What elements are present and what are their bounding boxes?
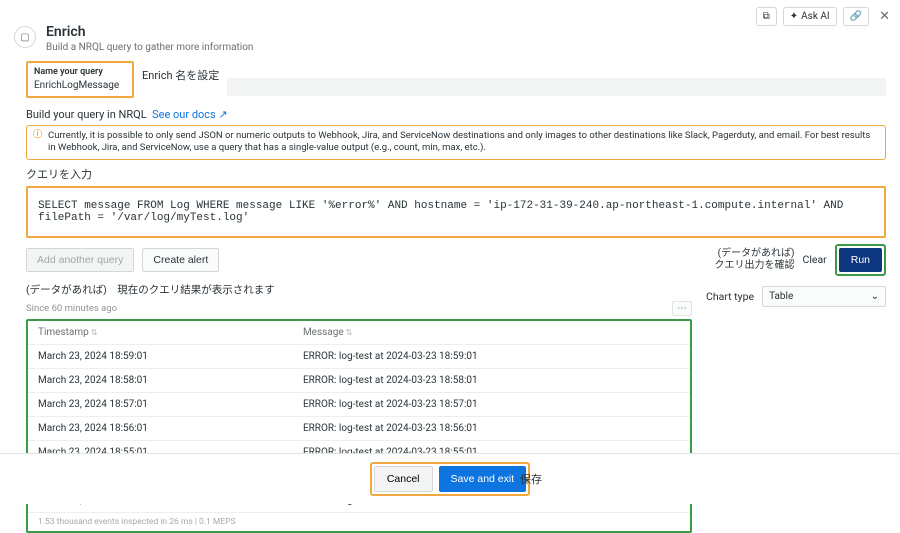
enrich-icon: ▢	[14, 26, 36, 48]
cancel-button[interactable]: Cancel	[374, 466, 433, 492]
build-query-row: Build your query in NRQL See our docs ↗	[26, 108, 886, 121]
sort-icon: ⇅	[91, 328, 98, 337]
name-query-value: EnrichLogMessage	[34, 80, 126, 91]
results-since-text: Since 60 minutes ago	[26, 303, 117, 314]
clear-button[interactable]: Clear	[803, 253, 827, 266]
chart-type-select[interactable]: Table ⌄	[762, 286, 886, 307]
run-caption: (データがあれば) クエリ出力を確認	[715, 248, 795, 272]
chart-type-label: Chart type	[706, 290, 754, 303]
results-since-row: Since 60 minutes ago ⋯	[26, 301, 692, 316]
link-icon-button[interactable]: 🔗	[843, 7, 869, 26]
footer-highlight: Cancel Save and exit	[370, 462, 530, 496]
run-button[interactable]: Run	[839, 248, 882, 272]
table-row[interactable]: March 23, 2024 18:56:01ERROR: log-test a…	[28, 416, 690, 440]
name-caption: Enrich 名を設定	[142, 61, 219, 98]
col-timestamp[interactable]: Timestamp⇅	[28, 321, 293, 345]
save-and-exit-button[interactable]: Save and exit	[439, 466, 527, 492]
page-subtitle: Build a NRQL query to gather more inform…	[46, 42, 253, 53]
cell-message: ERROR: log-test at 2024-03-23 18:58:01	[293, 368, 690, 392]
sort-icon: ⇅	[346, 328, 353, 337]
nrql-query-input[interactable]: SELECT message FROM Log WHERE message LI…	[26, 186, 886, 238]
chart-type-row: Chart type Table ⌄	[706, 286, 886, 307]
info-callout: ⓘ Currently, it is possible to only send…	[26, 125, 886, 160]
results-more-button[interactable]: ⋯	[672, 301, 692, 316]
cell-message: ERROR: log-test at 2024-03-23 18:57:01	[293, 392, 690, 416]
run-group-wrap: (データがあれば) クエリ出力を確認 Clear Run	[715, 244, 887, 276]
name-query-row: Name your query EnrichLogMessage Enrich …	[26, 61, 886, 98]
see-docs-link[interactable]: See our docs ↗	[152, 108, 228, 121]
cell-timestamp: March 23, 2024 18:57:01	[28, 392, 293, 416]
query-input-caption: クエリを入力	[26, 166, 886, 182]
ask-ai-button[interactable]: ✦ Ask AI	[783, 7, 837, 26]
header-text: Enrich Build a NRQL query to gather more…	[46, 24, 253, 53]
build-query-text: Build your query in NRQL	[26, 108, 147, 121]
copy-icon-button[interactable]: ⧉	[756, 7, 777, 26]
table-row[interactable]: March 23, 2024 18:58:01ERROR: log-test a…	[28, 368, 690, 392]
run-highlight: Run	[835, 244, 886, 276]
cell-message: ERROR: log-test at 2024-03-23 18:56:01	[293, 416, 690, 440]
footer-caption: 保存	[520, 471, 542, 487]
cell-timestamp: March 23, 2024 18:59:01	[28, 344, 293, 368]
table-row[interactable]: March 23, 2024 18:57:01ERROR: log-test a…	[28, 392, 690, 416]
run-caption-line2: クエリ出力を確認	[715, 260, 795, 272]
results-footer: 1.53 thousand events inspected in 26 ms …	[28, 512, 690, 531]
cell-message: ERROR: log-test at 2024-03-23 18:59:01	[293, 344, 690, 368]
query-actions-row: Add another query Create alert (データがあれば)…	[26, 244, 886, 276]
top-actions-bar: ⧉ ✦ Ask AI 🔗 ✕	[756, 6, 894, 27]
info-text: Currently, it is possible to only send J…	[48, 130, 879, 155]
chevron-down-icon: ⌄	[871, 291, 879, 302]
close-icon[interactable]: ✕	[875, 6, 894, 27]
chart-type-value: Table	[769, 291, 793, 302]
name-query-box[interactable]: Name your query EnrichLogMessage	[26, 61, 134, 98]
cell-timestamp: March 23, 2024 18:56:01	[28, 416, 293, 440]
table-row[interactable]: March 23, 2024 18:59:01ERROR: log-test a…	[28, 344, 690, 368]
cell-timestamp: March 23, 2024 18:58:01	[28, 368, 293, 392]
name-bar-decoration	[227, 78, 886, 96]
info-icon: ⓘ	[33, 130, 42, 155]
run-caption-line1: (データがあれば)	[715, 248, 795, 260]
create-alert-button[interactable]: Create alert	[142, 248, 219, 272]
results-caption: (データがあれば) 現在のクエリ結果が表示されます	[26, 282, 692, 297]
add-another-query-button[interactable]: Add another query	[26, 248, 134, 272]
col-message[interactable]: Message⇅	[293, 321, 690, 345]
ask-ai-label: Ask AI	[801, 11, 829, 22]
name-query-label: Name your query	[34, 67, 126, 77]
page-title: Enrich	[46, 24, 253, 40]
page-footer: Cancel Save and exit 保存	[0, 453, 900, 504]
